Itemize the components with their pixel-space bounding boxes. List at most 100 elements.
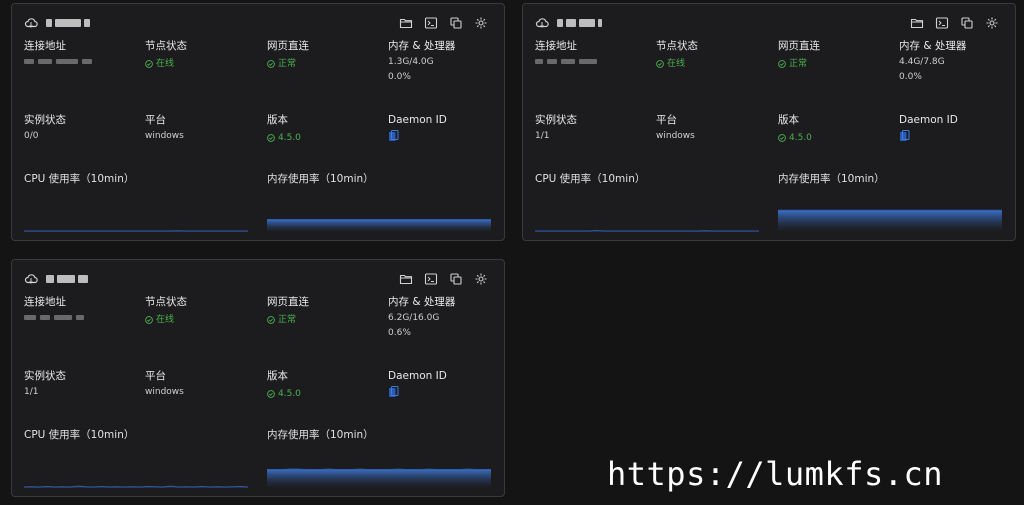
cpu-usage-chart (535, 184, 759, 232)
folder-icon (910, 16, 924, 30)
cpu-usage-chart-svg (23, 485, 249, 488)
node-card: 连接地址 节点状态 在线 网页直连 正常 内存 & 处理器 6.2G/16.0G 0.6% 实例… (11, 259, 505, 497)
cpu-usage-chart (24, 184, 248, 232)
settings-button[interactable] (474, 16, 488, 30)
field-label: 节点状态 (656, 40, 698, 52)
field-version: 版本 4.5.0 (778, 114, 888, 146)
node-status-value: 在线 (656, 58, 685, 71)
card-actions (399, 272, 488, 286)
files-button[interactable] (399, 16, 413, 30)
web-direct-value: 正常 (267, 314, 296, 327)
redaction-block (55, 19, 81, 27)
field-platform: 平台 windows (145, 114, 255, 143)
instance-value: 0/0 (24, 131, 39, 141)
redaction-block (54, 315, 72, 320)
gear-icon (474, 272, 488, 286)
copy-icon (449, 16, 463, 30)
node-name-redacted (46, 275, 88, 283)
platform-value: windows (145, 131, 184, 141)
status-text: 正常 (278, 314, 297, 325)
check-circle-icon (656, 60, 664, 68)
field-platform: 平台 windows (145, 370, 255, 399)
copy-id-icon[interactable] (899, 130, 910, 142)
field-label: 网页直连 (267, 296, 309, 308)
node-name-redacted (557, 19, 602, 27)
usage-line (535, 229, 759, 232)
cpu-value: 0.6% (388, 328, 411, 338)
card-header (24, 16, 492, 30)
terminal-button[interactable] (424, 272, 438, 286)
cloud-icon (24, 16, 38, 30)
field-label: 内存 & 处理器 (899, 40, 967, 52)
field-label: 版本 (267, 114, 288, 126)
folder-icon (399, 16, 413, 30)
redaction-block (82, 59, 92, 64)
files-button[interactable] (399, 272, 413, 286)
copy-icon (449, 272, 463, 286)
status-text: 正常 (789, 58, 808, 69)
status-text: 在线 (667, 58, 686, 69)
cpu-usage-chart-svg (535, 229, 759, 232)
field-web-direct: 网页直连 正常 (267, 296, 377, 328)
instance-value: 1/1 (535, 131, 550, 141)
copy-button[interactable] (449, 16, 463, 30)
redaction-block (24, 59, 34, 64)
copy-id-icon[interactable] (388, 130, 399, 142)
mem-usage-chart-svg (778, 209, 1002, 232)
field-label: 节点状态 (145, 40, 187, 52)
field-mem-cpu: 内存 & 处理器 1.3G/4.0G 0.0% (388, 40, 498, 84)
instance-value: 1/1 (24, 387, 39, 397)
field-label: 版本 (778, 114, 799, 126)
node-status-value: 在线 (145, 314, 174, 327)
node-name-redacted (46, 19, 90, 27)
settings-button[interactable] (985, 16, 999, 30)
copy-button[interactable] (449, 272, 463, 286)
usage-area (267, 219, 491, 232)
redaction-block (46, 19, 52, 27)
check-circle-icon (267, 316, 275, 324)
field-label: 网页直连 (267, 40, 309, 52)
field-web-direct: 网页直连 正常 (267, 40, 377, 72)
mem-usage-chart-svg (267, 468, 491, 488)
field-instance-status: 实例状态 1/1 (535, 114, 645, 143)
terminal-button[interactable] (935, 16, 949, 30)
redaction-block (56, 59, 78, 64)
field-daemon-id: Daemon ID (388, 114, 498, 146)
memory-value: 1.3G/4.0G (388, 57, 434, 67)
cpu-value: 0.0% (899, 72, 922, 82)
check-circle-icon (778, 60, 786, 68)
node-card: 连接地址 节点状态 在线 网页直连 正常 内存 & 处理器 4.4G/7.8G 0.0% 实例状… (522, 3, 1016, 241)
field-web-direct: 网页直连 正常 (778, 40, 888, 72)
mem-usage-chart-svg (267, 219, 491, 232)
field-label: 实例状态 (24, 370, 66, 382)
copy-id-icon[interactable] (388, 386, 399, 398)
card-header (535, 16, 1003, 30)
card-header (24, 272, 492, 286)
field-label: Daemon ID (899, 114, 958, 126)
status-text: 在线 (156, 58, 175, 69)
usage-area (267, 469, 491, 488)
field-label: 连接地址 (24, 40, 66, 52)
gear-icon (474, 16, 488, 30)
status-text: 在线 (156, 314, 175, 325)
version-value: 4.5.0 (778, 132, 812, 145)
watermark: https://lumkfs.cn (607, 455, 944, 493)
field-label: Daemon ID (388, 114, 447, 126)
terminal-button[interactable] (424, 16, 438, 30)
folder-icon (399, 272, 413, 286)
address-redacted (24, 59, 134, 64)
settings-button[interactable] (474, 272, 488, 286)
field-label: 内存 & 处理器 (388, 296, 456, 308)
cpu-usage-chart (23, 440, 249, 488)
field-version: 版本 4.5.0 (267, 370, 377, 402)
card-actions (910, 16, 999, 30)
field-address: 连接地址 (24, 40, 134, 64)
field-instance-status: 实例状态 0/0 (24, 114, 134, 143)
field-address: 连接地址 (535, 40, 645, 64)
terminal-icon (424, 16, 438, 30)
files-button[interactable] (910, 16, 924, 30)
address-redacted (535, 59, 645, 64)
redaction-block (598, 19, 602, 27)
copy-button[interactable] (960, 16, 974, 30)
redaction-block (46, 275, 54, 283)
